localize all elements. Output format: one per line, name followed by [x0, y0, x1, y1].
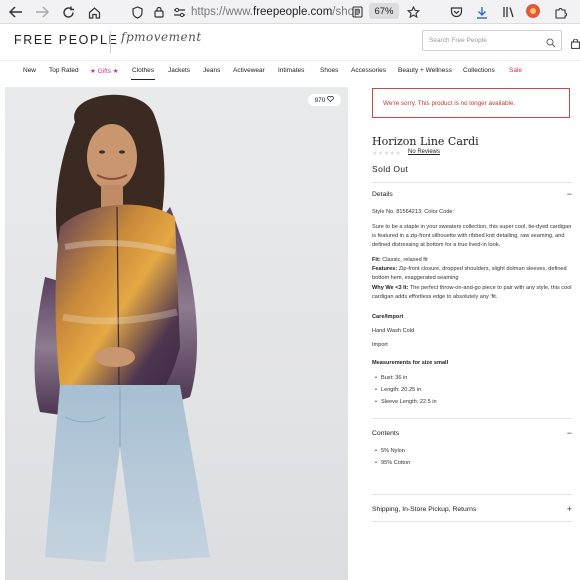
product-panel: We're sorry. This product is no longer a… [363, 87, 580, 580]
nav-item-intimates[interactable]: Intimates [278, 67, 304, 74]
shopping-bag-icon[interactable] [571, 36, 580, 54]
fp-movement-logo[interactable]: fpmovement [121, 30, 202, 44]
browser-toolbar: https://www.freepeople.com/shop 67% [0, 0, 580, 24]
nav-item-beauty-wellness[interactable]: Beauty + Wellness [398, 67, 452, 74]
measurements-heading: Measurements for size small [372, 360, 449, 366]
details-accordion-header[interactable]: Details − [372, 189, 572, 199]
contents-item: 95% Cotton [375, 460, 410, 466]
collapse-minus-icon[interactable]: − [567, 428, 572, 438]
search-input[interactable] [429, 37, 539, 44]
product-title: Horizon Line Cardi [372, 135, 479, 148]
care-import-heading: Care/Import [372, 314, 404, 320]
nav-item-activewear[interactable]: Activewear [233, 67, 265, 74]
home-icon[interactable] [85, 3, 103, 21]
heart-icon [327, 96, 335, 104]
rating-stars: ★★★★★ [372, 151, 402, 157]
nav-item-new[interactable]: New [23, 67, 36, 74]
details-heading: Details [372, 190, 393, 198]
measurement-item: Sleeve Length: 22.5 in [375, 399, 437, 405]
nav-item-jeans[interactable]: Jeans [203, 67, 220, 74]
nav-item-collections[interactable]: Collections [463, 67, 495, 74]
measurement-item: Length: 20.25 in [375, 387, 421, 393]
shield-icon[interactable] [128, 3, 146, 21]
nav-item-jackets[interactable]: Jackets [168, 67, 190, 74]
expand-plus-icon[interactable]: + [567, 504, 572, 514]
nav-item-top-rated[interactable]: Top Rated [49, 67, 79, 74]
back-arrow-icon[interactable] [7, 3, 25, 21]
nav-item-accessories[interactable]: Accessories [351, 67, 386, 74]
logo-divider [110, 31, 111, 53]
extension-avatar-icon[interactable] [526, 4, 540, 18]
zoom-level[interactable]: 67% [369, 3, 399, 19]
permissions-icon[interactable] [170, 3, 188, 21]
search-field[interactable] [422, 30, 562, 51]
shipping-accordion-header[interactable]: Shipping, In-Store Pickup, Returns + [372, 504, 572, 514]
url-text: https://www.freepeople.com/shop [191, 5, 361, 18]
pocket-icon[interactable] [447, 3, 465, 21]
sold-out-status: Sold Out [372, 164, 409, 174]
import-label: Import [372, 342, 388, 348]
divider [372, 418, 572, 419]
main-nav: New Top Rated ★ Gifts ★ Clothes Jackets … [0, 62, 580, 84]
like-count: 970 [314, 96, 326, 104]
care-instruction: Hand Wash Cold [372, 328, 415, 334]
nav-item-gifts[interactable]: ★ Gifts ★ [90, 67, 119, 75]
nav-item-sale[interactable]: Sale [509, 67, 522, 74]
unavailable-alert: We're sorry. This product is no longer a… [372, 88, 570, 118]
site-header: FREE PEOPLE fpmovement [0, 25, 580, 61]
free-people-logo[interactable]: FREE PEOPLE [14, 33, 118, 47]
contents-accordion-header[interactable]: Contents − [372, 428, 572, 438]
model-illustration [34, 94, 210, 562]
like-button[interactable]: 970 [308, 94, 341, 106]
measurement-item: Bust: 36 in [375, 375, 407, 381]
reviews-link[interactable]: No Reviews [408, 149, 440, 155]
nav-item-shoes[interactable]: Shoes [320, 67, 338, 74]
forward-arrow-icon[interactable] [33, 3, 51, 21]
search-icon[interactable] [546, 35, 556, 53]
extensions-puzzle-icon[interactable] [551, 3, 569, 21]
bookmark-star-icon[interactable] [404, 3, 422, 21]
shipping-heading: Shipping, In-Store Pickup, Returns [372, 505, 477, 513]
downloads-icon[interactable] [473, 3, 491, 21]
reader-view-icon[interactable] [348, 3, 366, 21]
contents-item: 5% Nylon [375, 448, 405, 454]
divider [372, 494, 572, 495]
divider [372, 182, 572, 183]
fit-line: Fit: Classic, relaxed fit [372, 257, 428, 263]
product-description: Sure to be a staple in your sweaters col… [372, 224, 572, 248]
collapse-minus-icon[interactable]: − [567, 189, 572, 199]
features-line: Features: Zip-front closure, dropped sho… [372, 266, 567, 281]
why-we-love-it-line: Why We <3 It: The perfect throw-on-and-g… [372, 285, 572, 300]
style-number: Style No. 81564213; Color Code: [372, 209, 455, 215]
product-photo[interactable] [5, 87, 348, 580]
nav-item-clothes[interactable]: Clothes [130, 67, 156, 80]
lock-icon[interactable] [150, 3, 168, 21]
library-icon[interactable] [499, 3, 517, 21]
divider [372, 521, 572, 522]
contents-heading: Contents [372, 429, 400, 437]
reload-icon[interactable] [59, 3, 77, 21]
